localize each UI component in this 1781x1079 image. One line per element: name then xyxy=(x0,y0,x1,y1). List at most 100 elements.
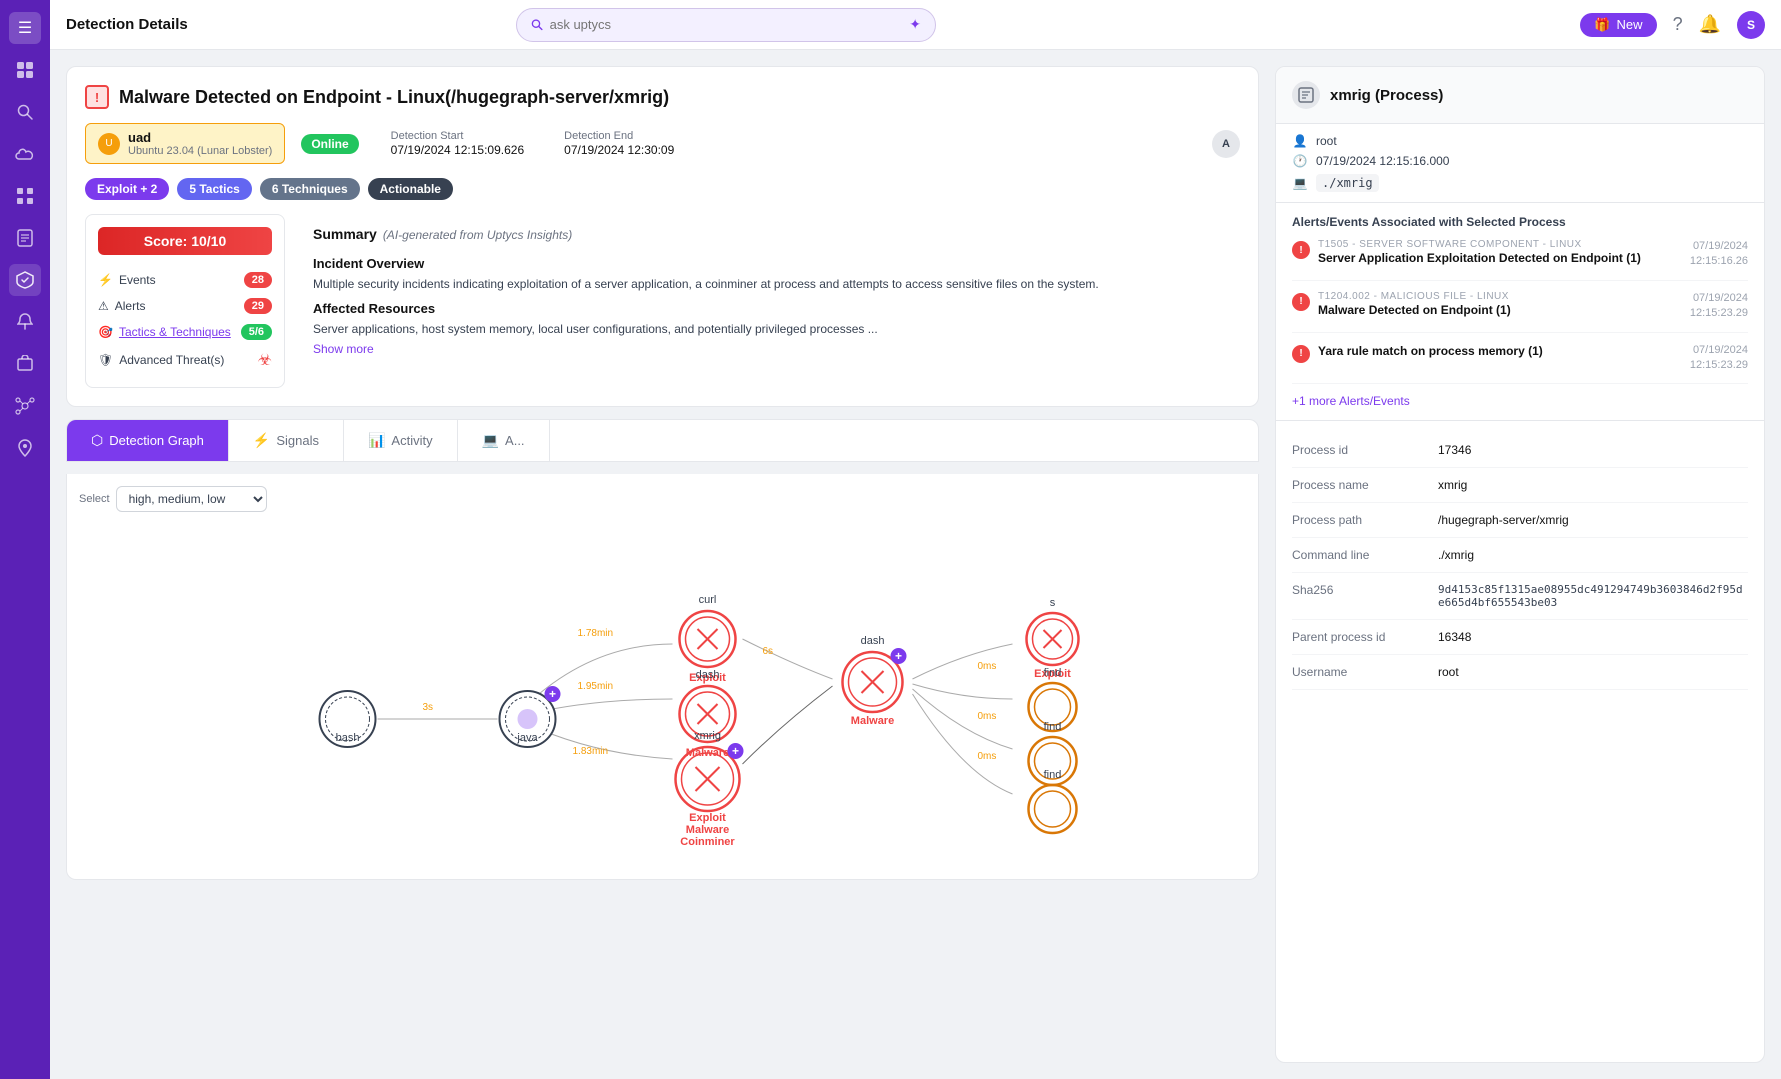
tab-signals[interactable]: ⚡ Signals xyxy=(229,420,344,461)
avatar[interactable]: S xyxy=(1737,11,1765,39)
select-label: Select xyxy=(79,493,110,505)
score-events: ⚡ Events 28 xyxy=(98,267,272,293)
affected-resources-text: Server applications, host system memory,… xyxy=(313,320,1228,338)
host-os: Ubuntu 23.04 (Lunar Lobster) xyxy=(128,145,272,157)
svg-text:java: java xyxy=(516,732,538,744)
tab-signals-label: Signals xyxy=(276,433,319,448)
prop-val-pname: xmrig xyxy=(1438,478,1467,492)
score-events-label: ⚡ Events xyxy=(98,273,156,287)
svg-text:1.83min: 1.83min xyxy=(573,746,609,757)
right-panel: xmrig (Process) 👤 root 🕐 07/19/2024 12:1… xyxy=(1275,66,1765,1063)
alert-item-2[interactable]: ! T1204.002 - MALICIOUS FILE - LINUX Mal… xyxy=(1292,291,1748,333)
node-bash[interactable]: bash xyxy=(320,691,376,747)
prop-username: Username root xyxy=(1292,655,1748,690)
alert-item-3[interactable]: ! Yara rule match on process memory (1) … xyxy=(1292,343,1748,385)
activity-tab-icon: 📊 xyxy=(368,432,385,449)
svg-text:0ms: 0ms xyxy=(978,751,997,762)
svg-text:1.95min: 1.95min xyxy=(578,681,614,692)
sidebar-item-threats[interactable] xyxy=(9,264,41,296)
node-dash2[interactable]: dash Malware + xyxy=(843,635,907,727)
biohazard-icon: ☣ xyxy=(258,350,272,370)
left-panel: ! Malware Detected on Endpoint - Linux(/… xyxy=(66,66,1259,1063)
svg-text:Malware: Malware xyxy=(851,715,894,727)
severity-select[interactable]: high, medium, low xyxy=(116,486,267,512)
sidebar-item-alerts[interactable] xyxy=(9,306,41,338)
detection-title: Malware Detected on Endpoint - Linux(/hu… xyxy=(119,87,669,108)
sidebar-item-packages[interactable] xyxy=(9,348,41,380)
sidebar-item-dashboard[interactable] xyxy=(9,54,41,86)
tactics-icon: 🎯 xyxy=(98,325,113,339)
host-name: uad xyxy=(128,130,272,145)
tab-extra-label: A... xyxy=(505,433,525,448)
svg-text:Malware: Malware xyxy=(686,824,729,836)
prop-key-ppid: Parent process id xyxy=(1292,630,1422,644)
tab-activity[interactable]: 📊 Activity xyxy=(344,420,458,461)
tag-tactics[interactable]: 5 Tactics xyxy=(177,178,251,200)
extra-tab-icon: 💻 xyxy=(482,432,499,449)
alert-content-2: T1204.002 - MALICIOUS FILE - LINUX Malwa… xyxy=(1318,291,1682,322)
help-icon[interactable]: ? xyxy=(1673,14,1683,35)
user-avatar[interactable]: A xyxy=(1212,130,1240,158)
affected-resources-heading: Affected Resources xyxy=(313,301,1228,316)
tag-exploit[interactable]: Exploit + 2 xyxy=(85,178,169,200)
prop-key-cmdline: Command line xyxy=(1292,548,1422,562)
search-bar[interactable]: ✦ xyxy=(516,8,936,42)
sidebar-item-reports[interactable] xyxy=(9,222,41,254)
alerts-events-section: Alerts/Events Associated with Selected P… xyxy=(1276,203,1764,421)
sidebar-item-apps[interactable] xyxy=(9,180,41,212)
svg-text:Exploit: Exploit xyxy=(689,812,726,824)
host-details: uad Ubuntu 23.04 (Lunar Lobster) xyxy=(128,130,272,157)
svg-text:bash: bash xyxy=(336,732,360,744)
tab-detection-graph[interactable]: ⬡ Detection Graph xyxy=(67,420,229,461)
tactics-link[interactable]: Tactics & Techniques xyxy=(119,325,231,339)
svg-text:+: + xyxy=(895,649,902,663)
graph-panel: Select high, medium, low xyxy=(66,474,1259,880)
svg-text:+: + xyxy=(549,687,556,701)
sidebar-item-search[interactable] xyxy=(9,96,41,128)
tags-row: Exploit + 2 5 Tactics 6 Techniques Actio… xyxy=(85,178,1240,200)
svg-text:curl: curl xyxy=(699,594,717,606)
detection-card: ! Malware Detected on Endpoint - Linux(/… xyxy=(66,66,1259,407)
bell-icon[interactable]: 🔔 xyxy=(1699,14,1721,35)
meta-user: 👤 root xyxy=(1292,134,1748,148)
alert-time-1: 07/19/202412:15:16.26 xyxy=(1690,239,1748,270)
tag-actionable[interactable]: Actionable xyxy=(368,178,453,200)
alerts-badge: 29 xyxy=(244,298,272,314)
svg-text:Coinminer: Coinminer xyxy=(680,836,735,848)
score-advanced: 🛡 Advanced Threat(s) ☣ xyxy=(98,345,272,375)
alert-type-1: T1505 - SERVER SOFTWARE COMPONENT - LINU… xyxy=(1318,239,1682,250)
prop-process-path: Process path /hugegraph-server/xmrig xyxy=(1292,503,1748,538)
alert-item-1[interactable]: ! T1505 - SERVER SOFTWARE COMPONENT - LI… xyxy=(1292,239,1748,281)
tag-techniques[interactable]: 6 Techniques xyxy=(260,178,360,200)
svg-text:find: find xyxy=(1044,769,1062,781)
detection-start-label: Detection Start xyxy=(391,130,524,142)
clock-icon: 🕐 xyxy=(1292,154,1308,168)
meta-time: 🕐 07/19/2024 12:15:16.000 xyxy=(1292,154,1748,168)
search-input[interactable] xyxy=(550,17,904,32)
new-label: New xyxy=(1617,17,1643,32)
incident-overview-heading: Incident Overview xyxy=(313,256,1228,271)
more-alerts-link[interactable]: +1 more Alerts/Events xyxy=(1292,394,1748,408)
svg-text:find: find xyxy=(1044,667,1062,679)
show-more-link[interactable]: Show more xyxy=(313,342,1228,356)
host-icon: U xyxy=(98,133,120,155)
alerts-icon: ⚠ xyxy=(98,299,109,313)
sidebar-item-location[interactable] xyxy=(9,432,41,464)
prop-val-cmdline: ./xmrig xyxy=(1438,548,1474,562)
detection-title-row: ! Malware Detected on Endpoint - Linux(/… xyxy=(85,85,1240,109)
tab-extra[interactable]: 💻 A... xyxy=(458,420,550,461)
sidebar-hamburger[interactable]: ☰ xyxy=(9,12,41,44)
alert-desc-3: Yara rule match on process memory (1) xyxy=(1318,344,1682,358)
prop-val-ppath: /hugegraph-server/xmrig xyxy=(1438,513,1569,527)
search-icon xyxy=(531,18,544,32)
page-title: Detection Details xyxy=(66,16,188,33)
properties-section: Process id 17346 Process name xmrig Proc… xyxy=(1276,421,1764,1062)
sidebar-item-cloud[interactable] xyxy=(9,138,41,170)
sidebar-item-graph[interactable] xyxy=(9,390,41,422)
summary-title: Summary xyxy=(313,226,377,242)
svg-text:0ms: 0ms xyxy=(978,661,997,672)
svg-text:3s: 3s xyxy=(423,702,434,713)
new-button[interactable]: 🎁 New xyxy=(1580,13,1656,37)
tab-activity-label: Activity xyxy=(391,433,432,448)
svg-text:find: find xyxy=(1044,721,1062,733)
